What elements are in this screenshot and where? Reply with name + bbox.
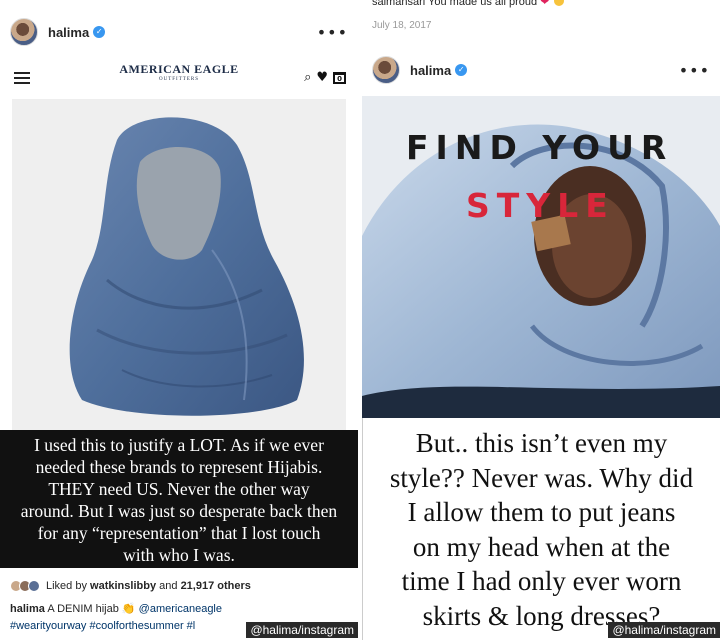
caption-line: I used this to justify a LOT. As if we e… [34,435,324,455]
brand-logo: AMERICAN EAGLE OUTFITTERS [12,62,346,82]
caption-line: But.. this isn’t even my [415,428,668,458]
comment-date: July 18, 2017 [372,20,432,31]
hashtags[interactable]: #wearityourway #coolforthesummer #l [10,620,195,632]
caption-line: time I had only ever worn [401,566,682,596]
post-header: halima ✓ ••• [362,42,720,98]
right-instagram-post: salmansari You made us all proud ❤ July … [362,0,720,640]
likes-prefix: Liked by [46,580,87,592]
caption-line: needed these brands to represent Hijabis… [35,457,323,477]
shop-header: AMERICAN EAGLE OUTFITTERS ⌕ ♥ 0 [12,56,346,100]
caption-line: THEY need US. Never the other way [48,479,310,499]
liker-username[interactable]: watkinslibby [90,580,156,592]
product-image [12,100,346,430]
overlay-headline-line1: FIND YOUR [406,128,674,167]
clap-emoji-icon: 👏 [121,603,136,615]
left-instagram-post: halima ✓ ••• AMERICAN EAGLE OUTFITTERS ⌕… [0,0,358,640]
heart-emoji-icon: ❤ [540,0,550,8]
heart-icon[interactable]: ♥ [316,70,328,85]
likes-count[interactable]: 21,917 others [181,580,251,592]
avatar[interactable] [372,56,400,84]
liker-avatars [10,580,40,592]
brand-title: AMERICAN EAGLE [119,62,239,76]
mention-link[interactable]: @americaneagle [139,603,222,615]
caption-line: style?? Never was. Why did [389,462,694,493]
story-caption-overlay: I used this to justify a LOT. As if we e… [0,430,358,568]
post-caption: halima A DENIM hijab 👏 @americaneagle [10,602,222,615]
caption-text: A DENIM hijab [47,603,119,615]
photo-credit: @halima/instagram [246,622,358,638]
overlay-headline-line2: STYLE [466,186,615,225]
more-options-icon[interactable]: ••• [679,61,710,80]
caption-username[interactable]: halima [10,603,45,615]
username[interactable]: halima [48,25,89,40]
brand-subtitle: OUTFITTERS [159,77,199,82]
photo-credit: @halima/instagram [608,622,720,638]
screenshot-collage: halima ✓ ••• AMERICAN EAGLE OUTFITTERS ⌕… [0,0,720,640]
more-options-icon[interactable]: ••• [317,23,348,42]
shopping-bag-icon[interactable]: 0 [333,71,346,84]
avatar[interactable] [10,18,38,46]
verified-badge-icon: ✓ [455,64,468,76]
smile-emoji-icon [554,0,565,6]
caption-line: on my head when at the [412,531,671,562]
username[interactable]: halima [410,63,451,78]
caption-line: for any “representation” that I lost tou… [37,523,321,543]
caption-line: with who I was. [123,545,235,565]
verified-badge-icon: ✓ [93,26,106,38]
top-comment: salmansari You made us all proud ❤ [372,0,565,8]
caption-line: I allow them to put jeans [407,497,676,527]
story-caption-overlay: But.. this isn’t even my style?? Never w… [362,418,720,640]
caption-line: around. But I was just so desperate back… [20,501,338,521]
likes-middle: and [159,580,178,592]
search-icon[interactable]: ⌕ [304,70,311,85]
likes-row: Liked by watkinslibby and 21,917 others [10,580,251,592]
post-header: halima ✓ ••• [0,4,358,60]
